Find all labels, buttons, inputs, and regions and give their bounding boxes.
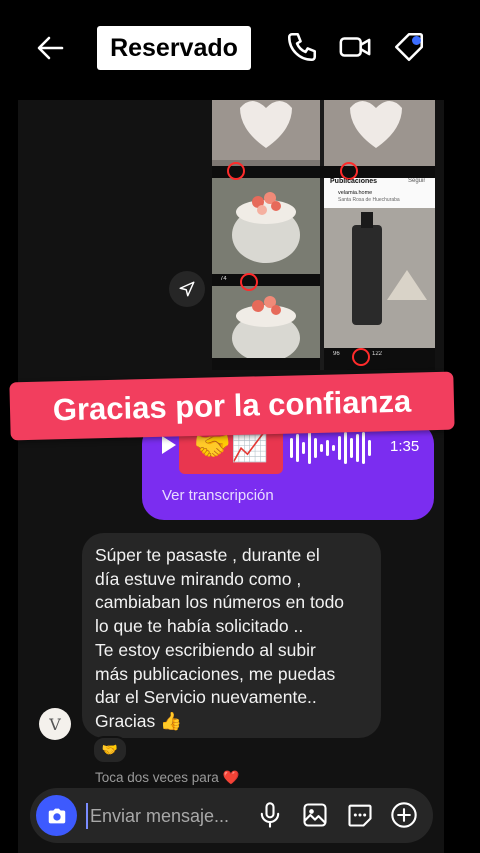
thanks-banner: Gracias por la confianza (9, 371, 455, 441)
microphone-icon[interactable] (256, 801, 284, 829)
feed-title: Publicaciones (330, 178, 378, 185)
shared-post-preview[interactable]: Publicaciones Seguir velamia.home Santa … (212, 80, 435, 370)
video-icon[interactable] (338, 30, 372, 64)
arrow-left-icon[interactable] (34, 32, 66, 64)
message-line: Te estoy escribiendo al subir (95, 639, 316, 660)
message-line: Gracias 👍 (95, 710, 182, 731)
shares-count-b: 122 (372, 351, 383, 357)
transcription-link[interactable]: Ver transcripción (162, 487, 274, 504)
gallery-icon[interactable] (301, 801, 329, 829)
likes-count-b: 96 (333, 351, 340, 357)
message-text: Súper te pasaste , durante el día estuve… (95, 544, 375, 734)
account-location: Santa Rosa de Huechuraba (338, 197, 400, 203)
play-icon[interactable] (162, 436, 176, 454)
reaction-badge[interactable]: 🤝 (92, 736, 128, 764)
message-line: cambiaban los números en todo (95, 592, 345, 613)
phone-icon[interactable] (285, 30, 319, 64)
likes-count-a: 74 (220, 276, 227, 282)
follow-label: Seguir (408, 178, 426, 184)
send-icon (179, 281, 195, 297)
double-tap-hint: Toca dos veces para ❤️ (95, 770, 240, 785)
sticker-icon[interactable] (346, 801, 374, 829)
avatar[interactable]: V (39, 708, 71, 740)
message-line: más publicaciones, me puedas (95, 663, 336, 684)
contact-name[interactable]: Reservado (97, 26, 251, 70)
post-thumbnails (212, 80, 435, 370)
plus-icon[interactable] (390, 801, 418, 829)
message-line: Súper te pasaste , durante el (95, 545, 320, 565)
waveform-icon (290, 432, 371, 464)
message-line: lo que te había solicitado .. (95, 616, 304, 637)
message-line: día estuve mirando como , (95, 568, 302, 589)
camera-button[interactable] (36, 795, 77, 836)
tag-icon[interactable] (392, 30, 426, 64)
voice-duration: 1:35 (390, 438, 420, 455)
account-name: velamia.home (338, 190, 373, 196)
share-button[interactable] (169, 271, 205, 307)
camera-icon (48, 808, 65, 823)
message-line: dar el Servicio nuevamente.. (95, 687, 317, 708)
notification-dot (412, 36, 421, 45)
message-input[interactable] (86, 803, 250, 829)
